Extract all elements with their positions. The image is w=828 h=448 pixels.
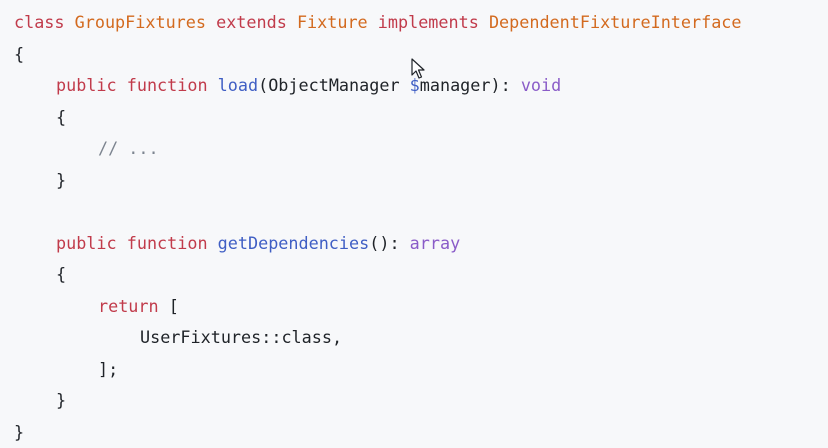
open-paren: ( — [258, 75, 268, 95]
close-brace: } — [56, 170, 66, 190]
keyword-extends: extends — [216, 12, 287, 32]
keyword-return: return — [98, 296, 159, 316]
class-name: GroupFixtures — [75, 12, 206, 32]
code-line-14: } — [14, 417, 828, 448]
keyword-function: function — [127, 75, 208, 95]
close-brace: } — [14, 422, 24, 442]
code-comment: // ... — [98, 138, 159, 158]
return-type-array: array — [410, 233, 461, 253]
parent-class: Fixture — [297, 12, 368, 32]
parens: (): — [369, 233, 409, 253]
code-line-13: } — [14, 385, 828, 417]
close-bracket: ]; — [98, 359, 118, 379]
keyword-class: class — [14, 12, 65, 32]
keyword-implements: implements — [378, 12, 479, 32]
open-brace: { — [56, 264, 66, 284]
function-name-get-dependencies: getDependencies — [218, 233, 370, 253]
code-line-7 — [14, 196, 828, 228]
code-line-6: } — [14, 165, 828, 197]
array-item: UserFixtures::class, — [140, 327, 342, 347]
code-line-1: class GroupFixtures extends Fixture impl… — [14, 7, 828, 39]
code-line-5: // ... — [14, 133, 828, 165]
keyword-public: public — [56, 233, 117, 253]
code-line-12: ]; — [14, 354, 828, 386]
code-line-9: { — [14, 259, 828, 291]
function-name-load: load — [218, 75, 258, 95]
code-line-4: { — [14, 102, 828, 134]
code-line-8: public function getDependencies(): array — [14, 228, 828, 260]
interface-name: DependentFixtureInterface — [489, 12, 742, 32]
open-brace: { — [14, 44, 24, 64]
mouse-pointer-icon — [411, 58, 427, 80]
keyword-function: function — [127, 233, 208, 253]
keyword-public: public — [56, 75, 117, 95]
param-type: ObjectManager — [268, 75, 399, 95]
close-brace: } — [56, 390, 66, 410]
close-paren: ): — [491, 75, 521, 95]
return-type-void: void — [521, 75, 561, 95]
param-name: manager — [420, 75, 491, 95]
open-brace: { — [56, 107, 66, 127]
code-line-11: UserFixtures::class, — [14, 322, 828, 354]
open-bracket: [ — [169, 296, 179, 316]
code-line-10: return [ — [14, 291, 828, 323]
